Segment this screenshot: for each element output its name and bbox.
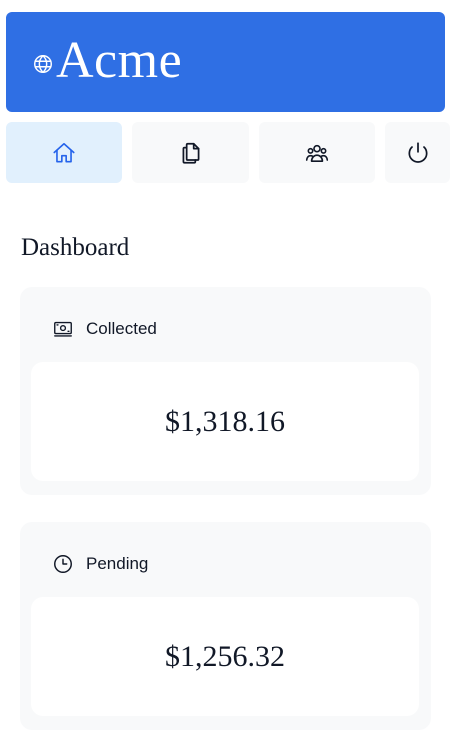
card-body: $1,256.32 — [31, 597, 419, 716]
nav-customers[interactable] — [259, 122, 375, 183]
card-label: Pending — [86, 554, 149, 573]
pending-card: Pending $1,256.32 — [20, 522, 431, 730]
brand-banner[interactable]: Acme — [6, 12, 445, 112]
collected-amount: $1,318.16 — [165, 404, 285, 438]
globe-icon — [32, 53, 54, 75]
users-icon — [305, 144, 329, 162]
main-nav — [6, 122, 450, 183]
documents-icon — [182, 142, 199, 164]
card-header: Collected — [52, 317, 157, 341]
home-icon — [53, 142, 75, 162]
page-title: Dashboard — [21, 234, 130, 261]
nav-sign-out[interactable] — [385, 122, 450, 183]
nav-documents[interactable] — [132, 122, 249, 183]
clock-icon — [54, 555, 72, 573]
card-header: Pending — [52, 552, 148, 576]
power-icon — [407, 141, 428, 163]
card-label: Collected — [86, 319, 157, 338]
brand-name: Acme — [56, 32, 183, 89]
pending-amount: $1,256.32 — [165, 639, 285, 673]
nav-home[interactable] — [6, 122, 122, 183]
banknotes-icon — [54, 321, 72, 337]
collected-card: Collected $1,318.16 — [20, 287, 431, 495]
card-body: $1,318.16 — [31, 362, 419, 481]
